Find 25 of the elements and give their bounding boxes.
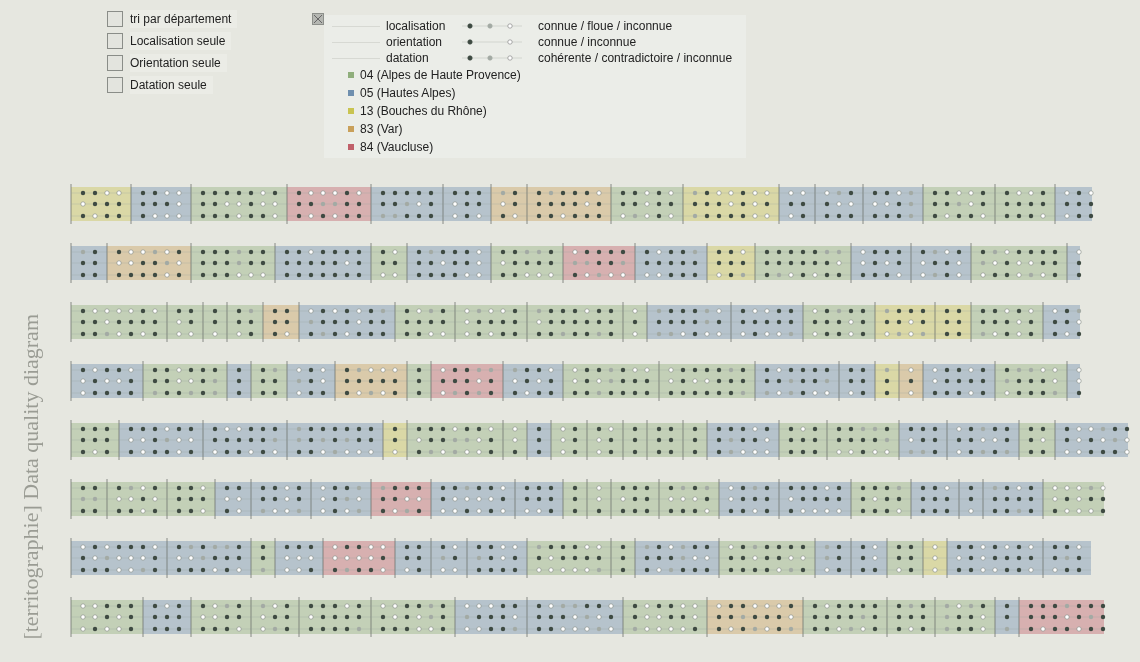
department-label: 05 (Hautes Alpes) [360, 87, 456, 99]
checkbox-label: Datation seule [130, 76, 213, 94]
checkbox[interactable] [107, 77, 123, 93]
encoding-label: datation [386, 52, 430, 64]
dot-scale-icon [462, 54, 522, 62]
department-label: 13 (Bouches du Rhône) [360, 105, 487, 117]
encoding-states: connue / inconnue [538, 36, 637, 48]
checkbox[interactable] [107, 11, 123, 27]
encoding-label: localisation [386, 20, 447, 32]
department-label: 83 (Var) [360, 123, 403, 135]
checkbox-label: Localisation seule [130, 32, 232, 50]
diagram-title: [territographie] Data quality diagram [16, 314, 44, 640]
department-label: 84 (Vaucluse) [360, 141, 434, 153]
department-label: 04 (Alpes de Haute Provence) [360, 69, 521, 81]
checkbox-label: tri par département [130, 10, 238, 28]
encoding-label: orientation [386, 36, 444, 48]
close-icon [313, 14, 323, 24]
encoding-states: cohérente / contradictoire / inconnue [538, 52, 733, 64]
close-button[interactable] [312, 13, 324, 25]
dot-scale-icon [462, 38, 522, 46]
checkbox-label: Orientation seule [130, 54, 227, 72]
dot-scale-icon [462, 22, 522, 30]
checkbox[interactable] [107, 55, 123, 71]
encoding-states: connue / floue / inconnue [538, 20, 673, 32]
checkbox[interactable] [107, 33, 123, 49]
